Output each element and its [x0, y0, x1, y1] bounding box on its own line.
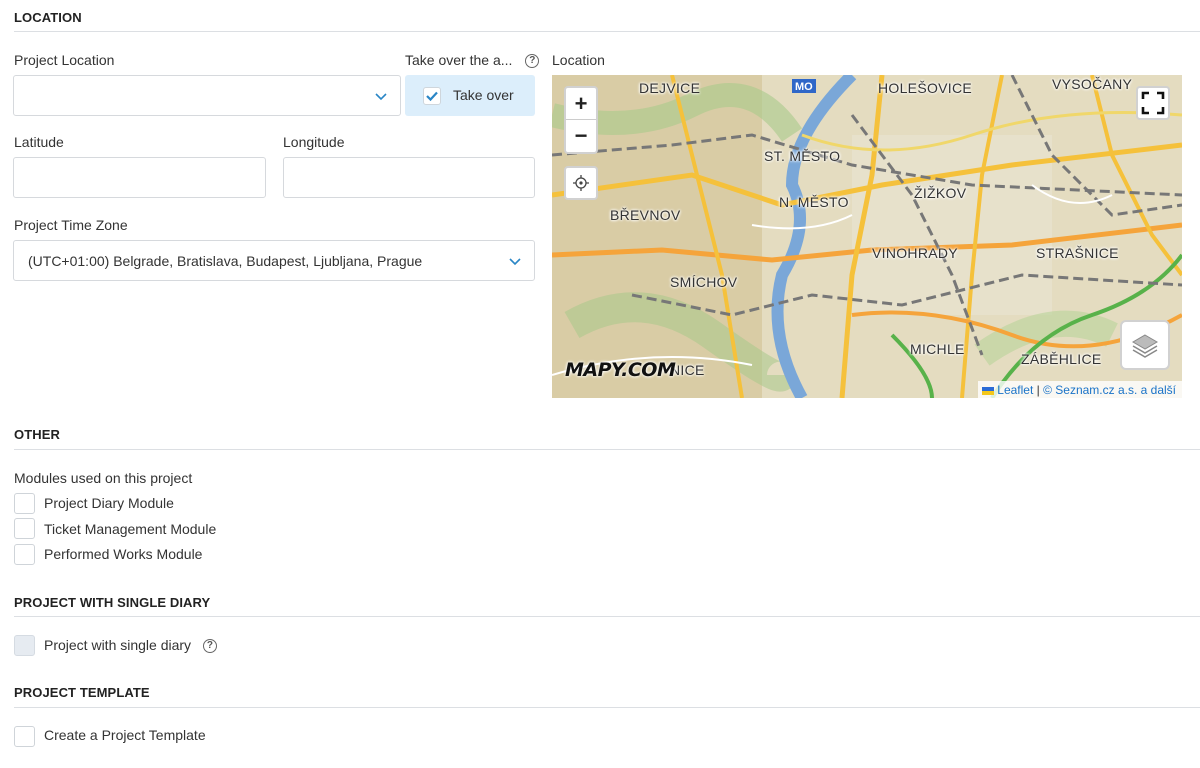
- section-divider: [14, 707, 1200, 708]
- section-title-template: PROJECT TEMPLATE: [14, 685, 150, 700]
- map-place-label: STRAŠNICE: [1036, 245, 1119, 261]
- longitude-label: Longitude: [283, 134, 345, 150]
- section-divider: [14, 31, 1200, 32]
- map-place-label: BŘEVNOV: [610, 207, 681, 223]
- project-diary-module-label: Project Diary Module: [44, 495, 174, 511]
- section-title-other: OTHER: [14, 427, 60, 442]
- take-over-button-label: Take over: [453, 87, 514, 103]
- map-place-label: DEJVICE: [639, 80, 701, 96]
- project-location-label: Project Location: [14, 52, 115, 68]
- ticket-management-module-label: Ticket Management Module: [44, 521, 217, 537]
- map-attribution: Leaflet | © Seznam.cz a.s. a další: [978, 381, 1182, 398]
- map-zoom-control: + −: [564, 86, 598, 154]
- section-title-single-diary: PROJECT WITH SINGLE DIARY: [14, 595, 211, 610]
- project-diary-module-checkbox[interactable]: [14, 493, 35, 514]
- longitude-input[interactable]: [283, 157, 535, 198]
- help-icon[interactable]: ?: [202, 639, 217, 654]
- take-over-label: Take over the a... ?: [405, 52, 540, 69]
- create-template-label: Create a Project Template: [44, 727, 206, 743]
- single-diary-label-text: Project with single diary: [44, 637, 192, 653]
- layers-icon: [1132, 334, 1158, 358]
- leaflet-link[interactable]: Leaflet: [997, 383, 1033, 397]
- checkmark-icon: [426, 91, 438, 102]
- single-diary-label: Project with single diary ?: [44, 637, 217, 654]
- mapy-logo: MAPY.COM: [565, 359, 676, 381]
- timezone-value: (UTC+01:00) Belgrade, Bratislava, Budape…: [28, 253, 423, 269]
- svg-text:MO: MO: [795, 81, 813, 93]
- map-place-label: MICHLE: [910, 341, 965, 357]
- latitude-input[interactable]: [13, 157, 266, 198]
- locate-button[interactable]: [564, 166, 598, 200]
- take-over-checkbox[interactable]: [423, 87, 441, 105]
- layers-button[interactable]: [1120, 320, 1170, 370]
- help-icon[interactable]: ?: [525, 54, 540, 69]
- attribution-separator: |: [1033, 383, 1044, 397]
- modules-label: Modules used on this project: [14, 470, 193, 486]
- ticket-management-module-checkbox[interactable]: [14, 518, 35, 539]
- map-place-label: SMÍCHOV: [670, 274, 738, 290]
- section-title-location: LOCATION: [14, 10, 82, 25]
- take-over-button[interactable]: Take over: [405, 75, 535, 116]
- map-tiles: MO: [552, 75, 1182, 398]
- zoom-out-button[interactable]: −: [566, 120, 596, 152]
- map-label: Location: [552, 52, 605, 68]
- map-place-label: HOLEŠOVICE: [878, 80, 973, 96]
- single-diary-checkbox[interactable]: [14, 635, 35, 656]
- performed-works-module-checkbox[interactable]: [14, 544, 35, 565]
- timezone-label: Project Time Zone: [14, 217, 128, 233]
- chevron-down-icon: [508, 254, 522, 268]
- take-over-label-text: Take over the a...: [405, 52, 513, 68]
- latitude-label: Latitude: [14, 134, 64, 150]
- map-place-label: ŽIŽKOV: [914, 185, 967, 201]
- crosshair-icon: [573, 175, 589, 191]
- map-place-label: ZÁBĚHLICE: [1021, 351, 1102, 367]
- create-template-checkbox[interactable]: [14, 726, 35, 747]
- section-divider: [14, 449, 1200, 450]
- performed-works-module-label: Performed Works Module: [44, 546, 203, 562]
- section-divider: [14, 616, 1200, 617]
- chevron-down-icon: [374, 89, 388, 103]
- location-map[interactable]: MO DEJVICE HOLEŠOVICE VYSOČANY ST. MĚSTO…: [552, 75, 1182, 398]
- map-place-label: ST. MĚSTO: [764, 148, 841, 164]
- map-place-label: VINOHRADY: [872, 245, 958, 261]
- timezone-select[interactable]: (UTC+01:00) Belgrade, Bratislava, Budape…: [13, 240, 535, 281]
- project-location-select[interactable]: [13, 75, 401, 116]
- zoom-in-button[interactable]: +: [566, 88, 596, 120]
- fullscreen-button[interactable]: [1136, 86, 1170, 120]
- ukraine-flag-icon: [982, 386, 995, 395]
- fullscreen-icon: [1141, 91, 1165, 115]
- map-place-label: N. MĚSTO: [779, 194, 849, 210]
- map-place-label: VYSOČANY: [1052, 76, 1133, 92]
- seznam-link[interactable]: © Seznam.cz a.s. a další: [1043, 383, 1176, 397]
